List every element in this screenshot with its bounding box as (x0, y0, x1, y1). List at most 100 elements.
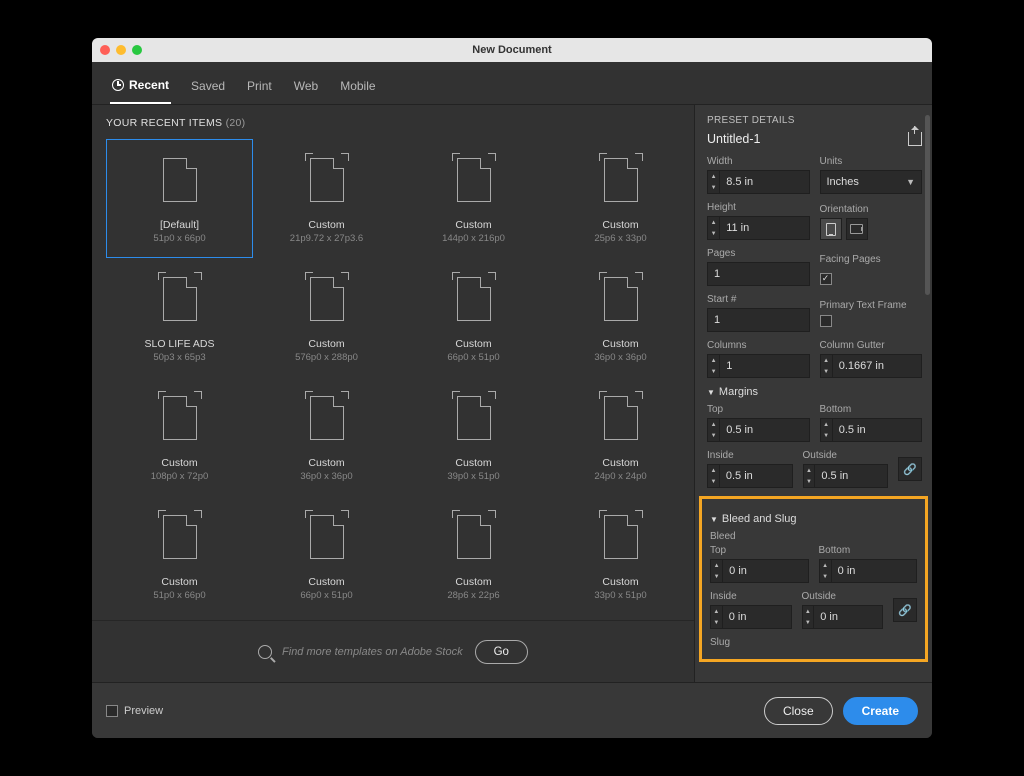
preset-card[interactable]: Custom 66p0 x 51p0 (400, 258, 547, 377)
stock-search-input[interactable]: Find more templates on Adobe Stock (282, 646, 463, 658)
margins-accordion[interactable]: ▼Margins (707, 386, 922, 398)
document-name-field[interactable]: Untitled-1 (707, 132, 761, 146)
window-title: New Document (92, 44, 932, 56)
link-bleed-icon[interactable]: 🔗 (893, 598, 917, 622)
primary-text-frame-checkbox[interactable] (820, 315, 832, 327)
margin-top-field[interactable]: 0.5 in (719, 418, 809, 442)
document-icon (156, 151, 204, 209)
search-icon (258, 645, 272, 659)
units-select[interactable]: Inches▼ (820, 170, 923, 194)
gutter-stepper[interactable]: ▲▼ (820, 354, 832, 378)
save-preset-icon[interactable] (908, 132, 922, 146)
document-icon (303, 151, 351, 209)
preview-label: Preview (124, 705, 163, 717)
gutter-field[interactable]: 0.1667 in (832, 354, 922, 378)
document-icon (450, 508, 498, 566)
margin-bottom-field[interactable]: 0.5 in (832, 418, 922, 442)
bleed-label: Bleed (710, 531, 917, 542)
width-field[interactable]: 8.5 in (719, 170, 809, 194)
preset-card[interactable]: SLO LIFE ADS50p3 x 65p3 (106, 258, 253, 377)
tab-print[interactable]: Print (245, 72, 274, 104)
document-icon (597, 508, 645, 566)
document-icon (597, 151, 645, 209)
bleed-slug-accordion[interactable]: ▼Bleed and Slug (710, 513, 917, 525)
document-icon (303, 389, 351, 447)
document-icon (303, 270, 351, 328)
preset-card[interactable]: [Default]51p0 x 66p0 (106, 139, 253, 258)
columns-stepper[interactable]: ▲▼ (707, 354, 719, 378)
preset-card[interactable]: Custom144p0 x 216p0 (400, 139, 547, 258)
document-icon (450, 270, 498, 328)
preset-card[interactable]: Custom21p9.72 x 27p3.6 (253, 139, 400, 258)
preset-name: Custom (602, 457, 638, 469)
preset-details-panel: PRESET DETAILS Untitled-1 Width ▲▼ 8.5 i… (694, 105, 932, 682)
bleed-top-field[interactable]: 0 in (722, 559, 808, 583)
margin-bottom-label: Bottom (820, 404, 923, 415)
orientation-portrait[interactable] (820, 218, 842, 240)
bleed-bottom-field[interactable]: 0 in (831, 559, 917, 583)
orientation-landscape[interactable] (846, 218, 868, 240)
document-icon (303, 508, 351, 566)
bleed-inside-field[interactable]: 0 in (722, 605, 792, 629)
preset-name: Custom (602, 338, 638, 350)
pages-label: Pages (707, 248, 810, 259)
preset-name: Custom (455, 219, 491, 231)
margin-outside-label: Outside (803, 450, 889, 461)
preset-card[interactable]: Custom28p6 x 22p6 (400, 496, 547, 615)
dialog-footer: Preview Close Create (92, 682, 932, 738)
preset-name: SLO LIFE ADS (144, 338, 214, 350)
link-margins-icon[interactable]: 🔗 (898, 457, 922, 481)
facing-pages-checkbox[interactable]: ✓ (820, 273, 832, 285)
preset-name: Custom (308, 457, 344, 469)
tab-recent[interactable]: Recent (110, 72, 171, 104)
tab-recent-label: Recent (129, 78, 169, 92)
tab-saved[interactable]: Saved (189, 72, 227, 104)
preset-card[interactable]: Custom51p0 x 66p0 (106, 496, 253, 615)
document-icon (450, 389, 498, 447)
preset-dimensions: 108p0 x 72p0 (151, 471, 209, 482)
height-field[interactable]: 11 in (719, 216, 809, 240)
start-number-field[interactable]: 1 (707, 308, 810, 332)
preset-card[interactable]: Custom33p0 x 51p0 (547, 496, 694, 615)
preset-card[interactable]: Custom576p0 x 288p0 (253, 258, 400, 377)
margin-inside-field[interactable]: 0.5 in (719, 464, 793, 488)
scrollbar[interactable] (925, 115, 930, 295)
width-stepper[interactable]: ▲▼ (707, 170, 719, 194)
category-tabs: Recent Saved Print Web Mobile (92, 62, 932, 105)
columns-field[interactable]: 1 (719, 354, 809, 378)
columns-label: Columns (707, 340, 810, 351)
height-stepper[interactable]: ▲▼ (707, 216, 719, 240)
close-button[interactable]: Close (764, 697, 833, 725)
create-button[interactable]: Create (843, 697, 918, 725)
tab-web[interactable]: Web (292, 72, 320, 104)
primary-text-frame-label: Primary Text Frame (820, 300, 923, 311)
width-label: Width (707, 156, 810, 167)
document-icon (156, 508, 204, 566)
margin-top-label: Top (707, 404, 810, 415)
preview-checkbox[interactable] (106, 705, 118, 717)
preset-dimensions: 66p0 x 51p0 (447, 352, 499, 363)
preset-card[interactable]: Custom36p0 x 36p0 (547, 258, 694, 377)
recent-items-heading: YOUR RECENT ITEMS (20) (106, 117, 694, 129)
preset-name: Custom (602, 219, 638, 231)
preset-card[interactable]: Custom 36p0 x 36p0 (253, 377, 400, 496)
preset-card[interactable]: Custom25p6 x 33p0 (547, 139, 694, 258)
orientation-label: Orientation (820, 204, 923, 215)
preset-card[interactable]: Custom24p0 x 24p0 (547, 377, 694, 496)
preset-card[interactable]: Custom108p0 x 72p0 (106, 377, 253, 496)
margin-outside-field[interactable]: 0.5 in (814, 464, 888, 488)
preset-card[interactable]: Custom39p0 x 51p0 (400, 377, 547, 496)
document-icon (597, 389, 645, 447)
preset-card[interactable]: Custom66p0 x 51p0 (253, 496, 400, 615)
preset-dimensions: 36p0 x 36p0 (300, 471, 352, 482)
titlebar: New Document (92, 38, 932, 62)
tab-mobile[interactable]: Mobile (338, 72, 377, 104)
go-button[interactable]: Go (475, 640, 528, 664)
preset-dimensions: 576p0 x 288p0 (295, 352, 358, 363)
document-icon (156, 389, 204, 447)
preset-name: Custom (455, 338, 491, 350)
pages-field[interactable]: 1 (707, 262, 810, 286)
height-label: Height (707, 202, 810, 213)
preset-dimensions: 51p0 x 66p0 (153, 590, 205, 601)
bleed-outside-field[interactable]: 0 in (813, 605, 883, 629)
